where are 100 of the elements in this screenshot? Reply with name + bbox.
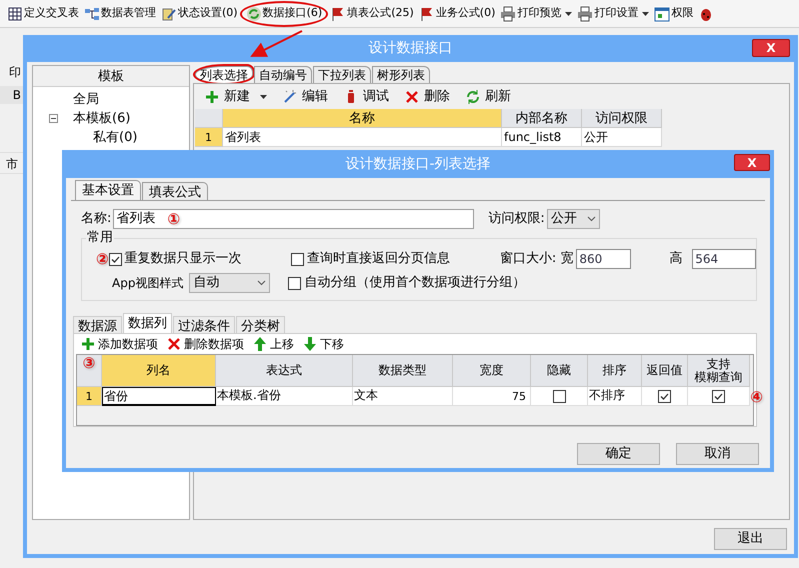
toolbar-button[interactable]: 填表公式(25) bbox=[329, 2, 415, 24]
checkbox-label: 重复数据只显示一次 bbox=[124, 250, 243, 268]
window-title: 设计数据接口 bbox=[368, 39, 452, 58]
table-cell: 不排序 bbox=[588, 387, 642, 406]
checkbox[interactable] bbox=[288, 276, 302, 290]
column-header: 访问权限 bbox=[582, 109, 662, 128]
panel-header: 模板 bbox=[33, 66, 189, 87]
tab[interactable]: 列表选择 bbox=[195, 66, 253, 83]
sync-icon bbox=[246, 6, 262, 22]
toolbar-button[interactable]: 业务公式(0) bbox=[418, 2, 496, 24]
header-text-line: 支持 bbox=[706, 358, 730, 370]
toolbar-button[interactable]: 刷新 bbox=[465, 86, 511, 106]
caret-icon bbox=[586, 216, 596, 222]
access-select[interactable]: 公开 bbox=[546, 209, 600, 229]
group-title: 常用 bbox=[86, 231, 114, 245]
printer-icon bbox=[500, 6, 516, 22]
height-field[interactable]: 564 bbox=[692, 249, 756, 269]
toolbar-button[interactable]: 数据表管理 bbox=[83, 2, 157, 24]
row-number: 1 bbox=[77, 387, 102, 406]
checkbox[interactable] bbox=[712, 390, 725, 402]
toolbar-button[interactable]: 下移 bbox=[302, 335, 344, 353]
tab[interactable]: 自动编号 bbox=[254, 66, 312, 83]
tab[interactable]: 数据列 bbox=[123, 313, 172, 333]
exit-button[interactable]: 退出 bbox=[714, 528, 787, 550]
toolbar-button[interactable]: 打印预览 bbox=[499, 2, 574, 24]
toolbar-button[interactable]: 删除数据项 bbox=[166, 335, 244, 353]
dropdown-arrow-icon bbox=[565, 12, 572, 16]
toolbar-button[interactable]: 编辑 bbox=[282, 86, 328, 106]
header-text-line: 模糊查询 bbox=[694, 370, 742, 384]
column-header: 隐藏 bbox=[531, 355, 588, 387]
column-header: 数据类型 bbox=[353, 355, 453, 387]
width-field[interactable]: 860 bbox=[576, 249, 632, 269]
dropdown-arrow-icon bbox=[260, 94, 267, 98]
table-cell: 省份 bbox=[102, 387, 216, 406]
toolbar-button[interactable]: 定义交叉表 bbox=[6, 2, 80, 24]
tree-item[interactable]: 私有(0) bbox=[93, 128, 138, 148]
toolbar-button[interactable]: 添加数据项 bbox=[80, 335, 158, 353]
callout-number: ③ bbox=[82, 356, 96, 371]
table-cell: 公开 bbox=[582, 128, 662, 147]
checkbox[interactable] bbox=[291, 252, 304, 266]
calendar-icon bbox=[654, 6, 670, 22]
field-label: 高 bbox=[669, 250, 682, 268]
toolbar-button[interactable]: 权限 bbox=[653, 2, 694, 24]
callout-number: ① bbox=[167, 212, 180, 226]
field-label: 访问权限: bbox=[488, 210, 545, 228]
column-header: B bbox=[0, 86, 23, 104]
pencil-icon bbox=[161, 6, 177, 22]
column-header: 列名 bbox=[102, 355, 216, 387]
row-number: 1 bbox=[195, 128, 223, 147]
checkbox[interactable] bbox=[552, 390, 566, 402]
window-title: 设计数据接口-列表选择 bbox=[345, 154, 491, 174]
callout-number: ④ bbox=[750, 388, 763, 406]
toolbar-button[interactable]: 状态设置(0) bbox=[160, 2, 239, 24]
checkbox[interactable] bbox=[658, 390, 671, 402]
down-arrow-icon bbox=[302, 336, 318, 352]
delete-icon bbox=[404, 88, 420, 104]
column-header: 排序 bbox=[588, 355, 642, 387]
close-button[interactable]: X bbox=[752, 39, 790, 57]
printer-icon bbox=[577, 6, 594, 22]
close-button[interactable]: X bbox=[734, 154, 770, 171]
menu-label: 印 bbox=[8, 64, 22, 81]
toolbar-button[interactable]: 数据接口(6) bbox=[242, 2, 326, 24]
toolbar-button[interactable]: 打印设置 bbox=[576, 2, 650, 24]
caret-icon bbox=[257, 280, 266, 286]
tree-toggle[interactable] bbox=[48, 114, 58, 123]
field-label: 名称: bbox=[81, 210, 112, 228]
toolbar-button[interactable]: 调试 bbox=[343, 86, 389, 106]
checkbox-label: 自动分组（使用首个数据项进行分组） bbox=[304, 274, 526, 292]
tab[interactable]: 树形列表 bbox=[372, 66, 430, 83]
table-cell: 省列表 bbox=[223, 128, 502, 147]
tab[interactable]: 基本设置 bbox=[75, 180, 141, 200]
table-cell: func_list8 bbox=[502, 128, 582, 147]
tab[interactable]: 数据源 bbox=[73, 316, 122, 333]
tab[interactable]: 下拉列表 bbox=[313, 66, 371, 83]
toolbar-button[interactable]: 新建 bbox=[204, 86, 267, 106]
field-label: App视图样式 bbox=[112, 275, 184, 292]
refresh-icon bbox=[465, 88, 481, 104]
view-style-select[interactable]: 自动 bbox=[189, 273, 270, 293]
checkbox[interactable] bbox=[108, 252, 122, 266]
toolbar-button[interactable]: 上移 bbox=[252, 335, 294, 353]
toolbar-button[interactable]: 删除 bbox=[404, 86, 450, 106]
tab[interactable]: 过滤条件 bbox=[173, 316, 235, 333]
column-header: 名称 bbox=[223, 109, 502, 128]
tab[interactable]: 填表公式 bbox=[142, 182, 208, 200]
annotation-arrow bbox=[250, 30, 302, 57]
linked-tables-icon bbox=[84, 6, 100, 22]
name-field[interactable]: 省列表 ① bbox=[113, 209, 474, 229]
flag-icon bbox=[418, 6, 435, 22]
tree-item[interactable]: 全局 bbox=[73, 90, 99, 110]
delete-icon bbox=[166, 336, 182, 352]
table-cell: 本模板.省份 bbox=[216, 387, 353, 406]
callout-number: ② bbox=[96, 252, 109, 266]
column-header: 表达式 bbox=[216, 355, 353, 387]
cancel-button[interactable]: 取消 bbox=[676, 443, 759, 465]
tab[interactable]: 分类树 bbox=[236, 316, 285, 333]
checkbox-label: 查询时直接返回分页信息 bbox=[307, 250, 452, 268]
column-header: 返回值 bbox=[642, 355, 688, 387]
tree-item[interactable]: 本模板(6) bbox=[73, 108, 130, 128]
ok-button[interactable]: 确定 bbox=[577, 443, 660, 465]
field-label: 窗口大小: 宽 bbox=[500, 250, 574, 268]
